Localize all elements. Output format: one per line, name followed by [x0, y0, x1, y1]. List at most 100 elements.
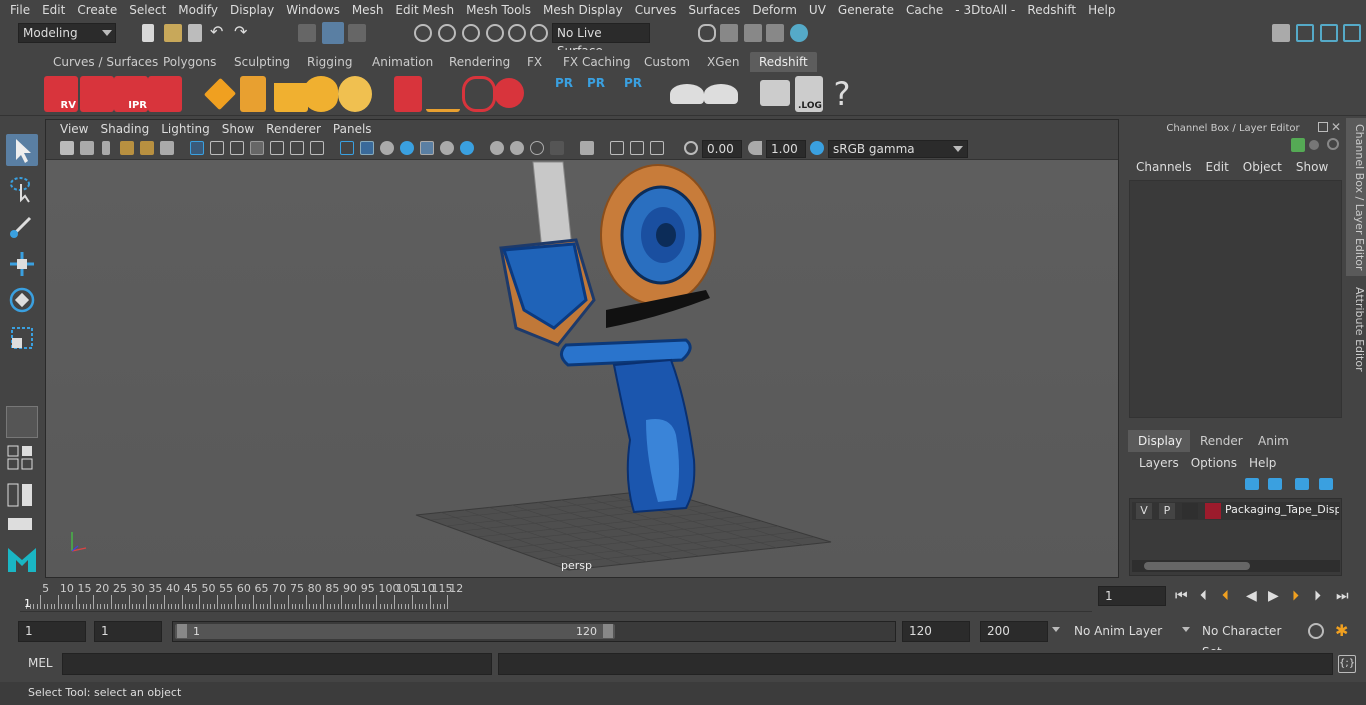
redshift-ipr-icon[interactable]: IPR — [114, 76, 148, 112]
layer-menu-layers[interactable]: Layers — [1133, 456, 1185, 470]
redshift-settings-icon[interactable] — [148, 76, 182, 112]
render-current-icon[interactable] — [720, 24, 738, 42]
render-settings-icon[interactable] — [766, 24, 784, 42]
redshift-sun-sky-icon[interactable] — [338, 76, 372, 112]
shelf-tab-rendering[interactable]: Rendering — [444, 52, 515, 72]
viewport-3d[interactable]: persp — [46, 160, 1118, 577]
menu-display[interactable]: Display — [224, 0, 280, 20]
snap-edge-icon[interactable] — [530, 24, 548, 42]
help-icon[interactable]: ? — [830, 76, 854, 112]
redshift-render-view-icon[interactable]: RV — [44, 76, 78, 112]
character-set-select[interactable]: No Character Set — [1196, 621, 1300, 659]
new-scene-icon[interactable] — [142, 24, 154, 42]
exposure-icon[interactable] — [684, 141, 698, 155]
play-backward-icon[interactable]: ◀ — [1246, 588, 1257, 604]
playback-start-field[interactable]: 1 — [94, 621, 162, 642]
panel-menu-panels[interactable]: Panels — [327, 122, 378, 136]
time-ruler[interactable]: 5 10 15 20 25 30 35 40 45 50 55 60 65 70 75 80 85 90 95 100… — [20, 580, 1092, 612]
image-plane-icon[interactable] — [120, 141, 134, 155]
redshift-material-icon[interactable] — [494, 78, 524, 108]
layer-visibility-toggle[interactable]: V — [1136, 503, 1152, 519]
redshift-proxy-icon[interactable] — [203, 77, 237, 111]
menu-edit[interactable]: Edit — [36, 0, 71, 20]
layer-menu-options[interactable]: Options — [1185, 456, 1243, 470]
time-slider[interactable]: 5 10 15 20 25 30 35 40 45 50 55 60 65 70 75 80 85 90 95 100… — [0, 580, 1366, 616]
redo-icon[interactable]: ↷ — [234, 24, 252, 42]
step-back-key-icon[interactable]: ⏴ — [1222, 588, 1229, 604]
pr-proxy-icon[interactable]: PR — [552, 76, 576, 112]
move-tool-icon[interactable] — [6, 248, 38, 280]
isolate-select-icon[interactable] — [580, 141, 594, 155]
field-chart-icon[interactable] — [270, 141, 284, 155]
menu-uv[interactable]: UV — [803, 0, 832, 20]
textured-icon[interactable] — [420, 141, 434, 155]
attribute-editor-toggle-icon[interactable] — [1296, 24, 1314, 42]
grease-pencil-icon[interactable] — [160, 141, 174, 155]
bookmark-icon[interactable] — [102, 141, 110, 155]
layer-tab-render[interactable]: Render — [1190, 430, 1248, 452]
float-panel-icon[interactable] — [1318, 122, 1328, 132]
menu-surfaces[interactable]: Surfaces — [682, 0, 746, 20]
wireframe-on-shaded-icon[interactable] — [400, 141, 414, 155]
go-to-end-icon[interactable]: ⏭ — [1336, 588, 1349, 604]
two-d-pan-zoom-icon[interactable] — [140, 141, 154, 155]
auto-key-icon[interactable] — [1308, 623, 1324, 639]
snap-grid-icon[interactable] — [414, 24, 432, 42]
smooth-shade-icon[interactable] — [360, 141, 374, 155]
shelf-tab-fx[interactable]: FX — [522, 52, 547, 72]
pr-swap-icon[interactable]: PR — [620, 76, 646, 112]
menu-modify[interactable]: Modify — [172, 0, 224, 20]
shelf-tab-xgen[interactable]: XGen — [702, 52, 745, 72]
step-back-frame-icon[interactable]: ⏴ — [1200, 588, 1207, 604]
color-management-icon[interactable] — [810, 141, 824, 155]
redshift-area-light-icon[interactable] — [240, 76, 266, 112]
redshift-dome-light-icon[interactable] — [304, 76, 338, 112]
current-frame-field[interactable]: 1 — [1098, 586, 1166, 606]
panel-menu-view[interactable]: View — [54, 122, 94, 136]
layout-four-view-icon[interactable] — [6, 444, 38, 472]
layer-tab-anim[interactable]: Anim — [1248, 430, 1300, 452]
shelf-tab-curves-surfaces[interactable]: Curves / Surfaces — [48, 52, 163, 72]
menu-windows[interactable]: Windows — [280, 0, 346, 20]
new-layer-selected-icon[interactable] — [1319, 478, 1333, 490]
range-start-grip[interactable] — [177, 624, 187, 638]
resolution-gate-icon[interactable] — [230, 141, 244, 155]
grid-toggle-icon[interactable] — [190, 141, 204, 155]
move-layer-down-icon[interactable] — [1268, 478, 1282, 490]
go-to-start-icon[interactable]: ⏮ — [1175, 588, 1188, 604]
channel-menu-channels[interactable]: Channels — [1129, 160, 1199, 174]
select-tool-icon[interactable] — [6, 134, 38, 166]
channel-key-icon[interactable] — [1291, 138, 1305, 152]
log-icon[interactable]: .LOG — [795, 76, 823, 112]
menu-help[interactable]: Help — [1082, 0, 1121, 20]
command-input[interactable] — [62, 653, 492, 675]
film-gate-icon[interactable] — [210, 141, 224, 155]
chevron-down-icon[interactable] — [1052, 627, 1060, 632]
bake-set-icon[interactable] — [704, 84, 738, 104]
anim-layer-select[interactable]: No Anim Layer — [1068, 621, 1176, 642]
layout-side-by-side-icon[interactable] — [6, 482, 38, 508]
panel-menu-lighting[interactable]: Lighting — [155, 122, 216, 136]
menu-deform[interactable]: Deform — [746, 0, 803, 20]
workspace-icon[interactable] — [1272, 24, 1290, 42]
move-layer-up-icon[interactable] — [1245, 478, 1259, 490]
snap-curve-icon[interactable] — [438, 24, 456, 42]
layer-color-swatch[interactable] — [1205, 503, 1221, 519]
safe-action-icon[interactable] — [290, 141, 304, 155]
new-layer-icon[interactable] — [1295, 478, 1309, 490]
pr-export-icon[interactable]: PR — [584, 76, 608, 112]
menu-cache[interactable]: Cache — [900, 0, 949, 20]
menu-mesh-tools[interactable]: Mesh Tools — [460, 0, 537, 20]
xray-joints-icon[interactable] — [630, 141, 644, 155]
gamma-icon[interactable] — [748, 141, 762, 155]
channel-box-area[interactable] — [1129, 180, 1342, 418]
layer-display-type-toggle[interactable] — [1182, 503, 1198, 519]
layer-playback-toggle[interactable]: P — [1159, 503, 1175, 519]
layer-scrollbar-thumb[interactable] — [1144, 562, 1250, 570]
close-icon[interactable]: ✕ — [1331, 120, 1341, 134]
step-forward-key-icon[interactable]: ⏵ — [1292, 588, 1299, 604]
select-hierarchy-icon[interactable] — [298, 24, 316, 42]
layer-row[interactable]: V P Packaging_Tape_Dispe — [1132, 502, 1340, 520]
shelf-tab-rigging[interactable]: Rigging — [302, 52, 357, 72]
channel-lock-icon[interactable] — [1309, 140, 1319, 150]
